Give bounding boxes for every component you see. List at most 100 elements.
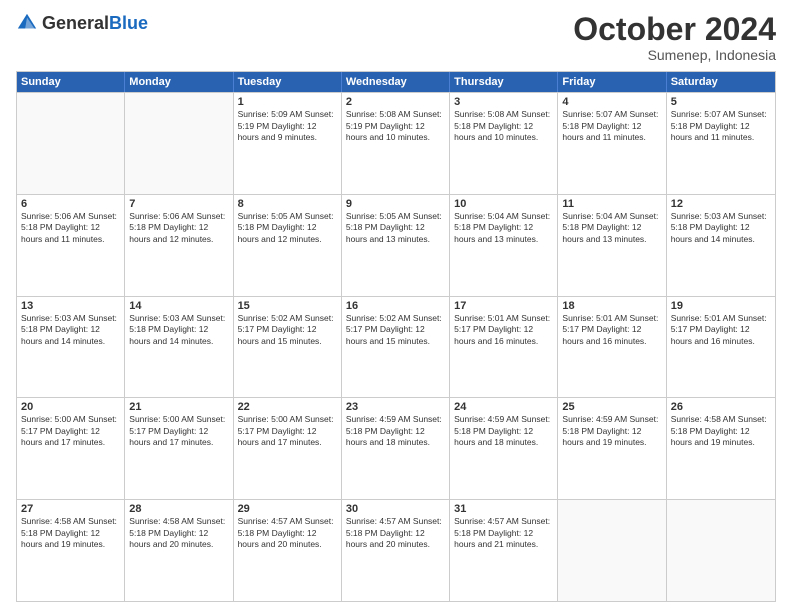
day-number: 25 bbox=[562, 401, 661, 413]
logo: GeneralBlue bbox=[16, 12, 148, 34]
calendar-cell: 25Sunrise: 4:59 AM Sunset: 5:18 PM Dayli… bbox=[558, 398, 666, 499]
calendar-cell: 2Sunrise: 5:08 AM Sunset: 5:19 PM Daylig… bbox=[342, 93, 450, 194]
day-info: Sunrise: 4:58 AM Sunset: 5:18 PM Dayligh… bbox=[671, 414, 771, 448]
day-info: Sunrise: 4:58 AM Sunset: 5:18 PM Dayligh… bbox=[129, 516, 228, 550]
calendar-cell: 20Sunrise: 5:00 AM Sunset: 5:17 PM Dayli… bbox=[17, 398, 125, 499]
calendar-cell bbox=[125, 93, 233, 194]
day-info: Sunrise: 5:02 AM Sunset: 5:17 PM Dayligh… bbox=[238, 313, 337, 347]
day-number: 13 bbox=[21, 300, 120, 312]
calendar-cell: 9Sunrise: 5:05 AM Sunset: 5:18 PM Daylig… bbox=[342, 195, 450, 296]
day-number: 15 bbox=[238, 300, 337, 312]
title-block: October 2024 Sumenep, Indonesia bbox=[573, 12, 776, 63]
day-number: 2 bbox=[346, 96, 445, 108]
day-info: Sunrise: 5:04 AM Sunset: 5:18 PM Dayligh… bbox=[562, 211, 661, 245]
calendar-cell: 31Sunrise: 4:57 AM Sunset: 5:18 PM Dayli… bbox=[450, 500, 558, 601]
day-info: Sunrise: 5:08 AM Sunset: 5:18 PM Dayligh… bbox=[454, 109, 553, 143]
day-number: 30 bbox=[346, 503, 445, 515]
day-number: 9 bbox=[346, 198, 445, 210]
day-number: 22 bbox=[238, 401, 337, 413]
calendar-cell: 6Sunrise: 5:06 AM Sunset: 5:18 PM Daylig… bbox=[17, 195, 125, 296]
calendar-cell: 7Sunrise: 5:06 AM Sunset: 5:18 PM Daylig… bbox=[125, 195, 233, 296]
day-number: 17 bbox=[454, 300, 553, 312]
header-cell-thursday: Thursday bbox=[450, 72, 558, 92]
day-info: Sunrise: 5:01 AM Sunset: 5:17 PM Dayligh… bbox=[671, 313, 771, 347]
header: GeneralBlue October 2024 Sumenep, Indone… bbox=[16, 12, 776, 63]
day-info: Sunrise: 5:07 AM Sunset: 5:18 PM Dayligh… bbox=[671, 109, 771, 143]
day-info: Sunrise: 4:59 AM Sunset: 5:18 PM Dayligh… bbox=[346, 414, 445, 448]
calendar-cell: 17Sunrise: 5:01 AM Sunset: 5:17 PM Dayli… bbox=[450, 297, 558, 398]
day-number: 27 bbox=[21, 503, 120, 515]
day-number: 6 bbox=[21, 198, 120, 210]
day-info: Sunrise: 5:06 AM Sunset: 5:18 PM Dayligh… bbox=[129, 211, 228, 245]
calendar-cell: 14Sunrise: 5:03 AM Sunset: 5:18 PM Dayli… bbox=[125, 297, 233, 398]
day-number: 31 bbox=[454, 503, 553, 515]
calendar-cell: 23Sunrise: 4:59 AM Sunset: 5:18 PM Dayli… bbox=[342, 398, 450, 499]
calendar: SundayMondayTuesdayWednesdayThursdayFrid… bbox=[16, 71, 776, 602]
location: Sumenep, Indonesia bbox=[573, 47, 776, 63]
day-number: 12 bbox=[671, 198, 771, 210]
calendar-cell: 26Sunrise: 4:58 AM Sunset: 5:18 PM Dayli… bbox=[667, 398, 775, 499]
calendar-cell: 11Sunrise: 5:04 AM Sunset: 5:18 PM Dayli… bbox=[558, 195, 666, 296]
day-info: Sunrise: 5:00 AM Sunset: 5:17 PM Dayligh… bbox=[21, 414, 120, 448]
header-cell-friday: Friday bbox=[558, 72, 666, 92]
calendar-cell: 30Sunrise: 4:57 AM Sunset: 5:18 PM Dayli… bbox=[342, 500, 450, 601]
calendar-cell bbox=[558, 500, 666, 601]
calendar-cell bbox=[667, 500, 775, 601]
calendar-week-3: 20Sunrise: 5:00 AM Sunset: 5:17 PM Dayli… bbox=[17, 397, 775, 499]
day-number: 24 bbox=[454, 401, 553, 413]
day-info: Sunrise: 5:09 AM Sunset: 5:19 PM Dayligh… bbox=[238, 109, 337, 143]
day-number: 21 bbox=[129, 401, 228, 413]
day-info: Sunrise: 4:57 AM Sunset: 5:18 PM Dayligh… bbox=[454, 516, 553, 550]
day-number: 4 bbox=[562, 96, 661, 108]
day-info: Sunrise: 4:57 AM Sunset: 5:18 PM Dayligh… bbox=[238, 516, 337, 550]
day-info: Sunrise: 5:00 AM Sunset: 5:17 PM Dayligh… bbox=[129, 414, 228, 448]
calendar-cell: 21Sunrise: 5:00 AM Sunset: 5:17 PM Dayli… bbox=[125, 398, 233, 499]
day-info: Sunrise: 5:03 AM Sunset: 5:18 PM Dayligh… bbox=[21, 313, 120, 347]
day-info: Sunrise: 5:06 AM Sunset: 5:18 PM Dayligh… bbox=[21, 211, 120, 245]
day-info: Sunrise: 5:01 AM Sunset: 5:17 PM Dayligh… bbox=[562, 313, 661, 347]
calendar-header-row: SundayMondayTuesdayWednesdayThursdayFrid… bbox=[17, 72, 775, 92]
calendar-week-4: 27 Sunrise: 4:58 AM Sunset: 5:18 PM Dayli… bbox=[17, 499, 775, 601]
day-number: 19 bbox=[671, 300, 771, 312]
header-cell-monday: Monday bbox=[125, 72, 233, 92]
calendar-week-0: 1Sunrise: 5:09 AM Sunset: 5:19 PM Daylig… bbox=[17, 92, 775, 194]
calendar-cell: 28Sunrise: 4:58 AM Sunset: 5:18 PM Dayli… bbox=[125, 500, 233, 601]
calendar-cell: 24Sunrise: 4:59 AM Sunset: 5:18 PM Dayli… bbox=[450, 398, 558, 499]
day-info: Sunrise: 4:59 AM Sunset: 5:18 PM Dayligh… bbox=[454, 414, 553, 448]
day-number: 3 bbox=[454, 96, 553, 108]
logo-blue: Blue bbox=[109, 13, 148, 33]
calendar-cell: 19Sunrise: 5:01 AM Sunset: 5:17 PM Dayli… bbox=[667, 297, 775, 398]
day-number: 20 bbox=[21, 401, 120, 413]
calendar-cell: 22Sunrise: 5:00 AM Sunset: 5:17 PM Dayli… bbox=[234, 398, 342, 499]
month-year: October 2024 bbox=[573, 12, 776, 47]
calendar-body: 1Sunrise: 5:09 AM Sunset: 5:19 PM Daylig… bbox=[17, 92, 775, 601]
day-number: 29 bbox=[238, 503, 337, 515]
day-info: Sunrise: 5:04 AM Sunset: 5:18 PM Dayligh… bbox=[454, 211, 553, 245]
day-info: Sunrise: 5:05 AM Sunset: 5:18 PM Dayligh… bbox=[346, 211, 445, 245]
day-info: Sunrise: 4:59 AM Sunset: 5:18 PM Dayligh… bbox=[562, 414, 661, 448]
day-number: 1 bbox=[238, 96, 337, 108]
calendar-cell: 5Sunrise: 5:07 AM Sunset: 5:18 PM Daylig… bbox=[667, 93, 775, 194]
day-number: 28 bbox=[129, 503, 228, 515]
header-cell-sunday: Sunday bbox=[17, 72, 125, 92]
calendar-cell bbox=[17, 93, 125, 194]
logo-icon bbox=[16, 12, 38, 34]
calendar-cell: 18Sunrise: 5:01 AM Sunset: 5:17 PM Dayli… bbox=[558, 297, 666, 398]
day-number: 11 bbox=[562, 198, 661, 210]
calendar-cell: 12Sunrise: 5:03 AM Sunset: 5:18 PM Dayli… bbox=[667, 195, 775, 296]
day-number: 26 bbox=[671, 401, 771, 413]
day-info: Sunrise: 5:02 AM Sunset: 5:17 PM Dayligh… bbox=[346, 313, 445, 347]
header-cell-tuesday: Tuesday bbox=[234, 72, 342, 92]
calendar-page: GeneralBlue October 2024 Sumenep, Indone… bbox=[0, 0, 792, 612]
day-info: Sunrise: 5:08 AM Sunset: 5:19 PM Dayligh… bbox=[346, 109, 445, 143]
day-number: 5 bbox=[671, 96, 771, 108]
day-number: 7 bbox=[129, 198, 228, 210]
day-info: Sunrise: 5:05 AM Sunset: 5:18 PM Dayligh… bbox=[238, 211, 337, 245]
day-info: Sunrise: 5:03 AM Sunset: 5:18 PM Dayligh… bbox=[671, 211, 771, 245]
calendar-cell: 27Sunrise: 4:58 AM Sunset: 5:18 PM Dayli… bbox=[17, 500, 125, 601]
calendar-cell: 1Sunrise: 5:09 AM Sunset: 5:19 PM Daylig… bbox=[234, 93, 342, 194]
logo-general: General bbox=[42, 13, 109, 33]
day-number: 16 bbox=[346, 300, 445, 312]
day-number: 8 bbox=[238, 198, 337, 210]
day-number: 23 bbox=[346, 401, 445, 413]
